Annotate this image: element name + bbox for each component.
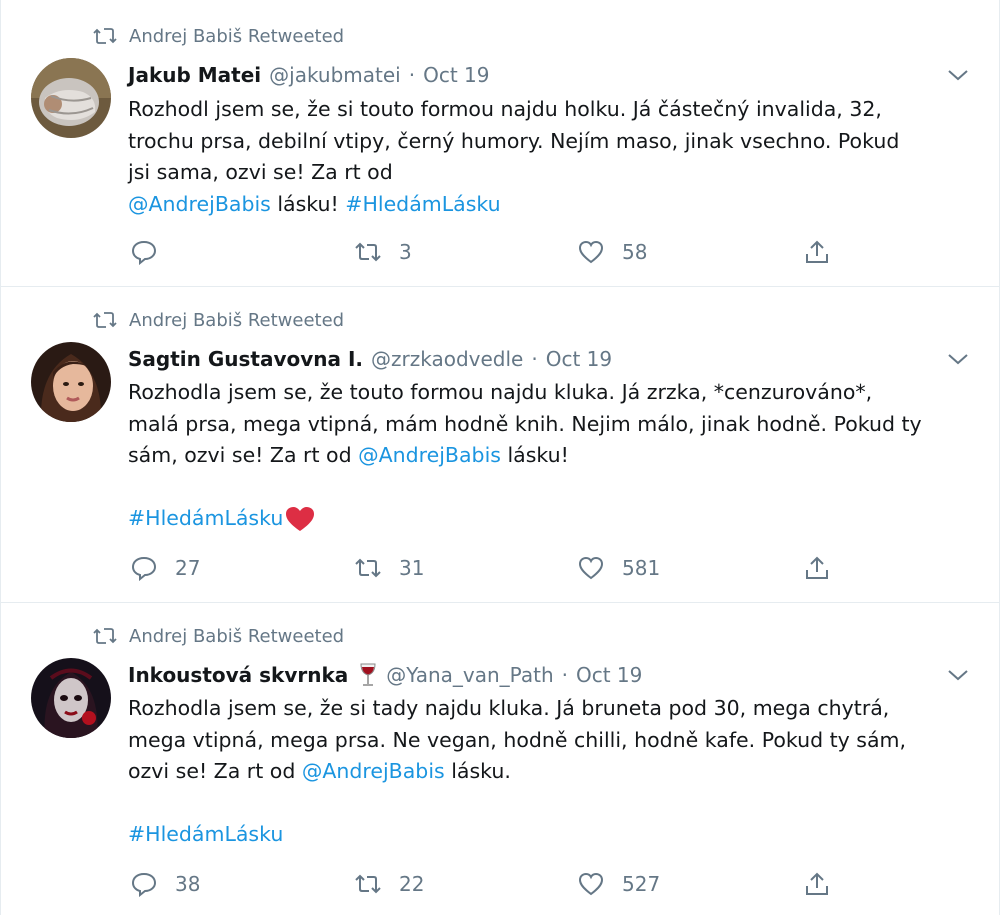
avatar[interactable] bbox=[31, 658, 111, 738]
reply-count: 38 bbox=[175, 872, 201, 896]
tweet-text-line: mega vtipná, mega prsa. Ne vegan, hodně … bbox=[128, 727, 907, 752]
tweet-text-line: jsi sama, ozvi se! Za rt od bbox=[128, 160, 393, 184]
separator-dot: · bbox=[531, 347, 538, 371]
tweet[interactable]: Andrej Babiš Retweeted Jakub Matei @jaku… bbox=[1, 0, 999, 287]
wine-glass-icon bbox=[358, 662, 378, 688]
tweet[interactable]: Andrej Babiš Retweeted Inkoustová skvrnk… bbox=[1, 603, 999, 915]
red-heart-emoji-icon bbox=[286, 506, 315, 531]
retweeted-by-label: Andrej Babiš Retweeted bbox=[129, 309, 345, 331]
tweet-text-line: Rozhodl jsem se, že si touto formou najd… bbox=[128, 97, 882, 121]
chevron-down-icon[interactable] bbox=[947, 352, 969, 366]
retweet-count: 3 bbox=[399, 240, 412, 264]
like-count: 527 bbox=[622, 872, 661, 896]
tweet-actions: 3 58 bbox=[128, 237, 848, 267]
share-button[interactable] bbox=[804, 553, 830, 583]
reply-icon bbox=[131, 240, 157, 265]
avatar[interactable] bbox=[31, 342, 111, 422]
tweet[interactable]: Andrej Babiš Retweeted Sagtin Gustavovna… bbox=[1, 287, 999, 603]
tweet-text-fragment: sám, ozvi se! Za rt od bbox=[128, 443, 359, 467]
share-button[interactable] bbox=[804, 869, 830, 899]
heart-icon bbox=[578, 556, 604, 580]
chevron-down-icon[interactable] bbox=[947, 68, 969, 82]
hashtag-link[interactable]: #HledámLásku bbox=[345, 192, 500, 216]
share-icon bbox=[806, 556, 828, 579]
tweet-text-line: malá prsa, mega vtipná, mám hodně knih. … bbox=[128, 411, 922, 436]
tweet-text-fragment: lásku. bbox=[444, 759, 511, 783]
display-name[interactable]: Inkoustová skvrnka bbox=[128, 663, 348, 687]
hashtag-link[interactable]: #HledámLásku bbox=[128, 822, 283, 846]
heart-icon bbox=[578, 872, 604, 896]
reply-button[interactable]: 38 bbox=[131, 869, 200, 899]
display-name[interactable]: Sagtin Gustavovna I. bbox=[128, 347, 363, 371]
retweet-icon bbox=[355, 558, 381, 578]
tweet-text-line: trochu prsa, debilní vtipy, černý humory… bbox=[128, 128, 900, 153]
user-handle[interactable]: @Yana_van_Path bbox=[386, 663, 553, 687]
tweet-header: Jakub Matei @jakubmatei · Oct 19 bbox=[128, 60, 489, 90]
tweet-header: Sagtin Gustavovna I. @zrzkaodvedle · Oct… bbox=[128, 344, 612, 374]
retweeted-by-label: Andrej Babiš Retweeted bbox=[129, 25, 345, 47]
like-button[interactable]: 581 bbox=[578, 553, 660, 583]
share-icon bbox=[806, 240, 828, 263]
like-count: 58 bbox=[622, 240, 648, 264]
reply-icon bbox=[131, 872, 157, 897]
separator-dot: · bbox=[561, 663, 568, 687]
retweet-button[interactable]: 31 bbox=[355, 553, 424, 583]
tweet-date[interactable]: Oct 19 bbox=[576, 663, 642, 687]
retweet-icon bbox=[93, 28, 117, 44]
tweet-text-fragment: lásku! bbox=[500, 443, 569, 467]
avatar[interactable] bbox=[31, 58, 111, 138]
mention-link[interactable]: @AndrejBabis bbox=[302, 759, 445, 783]
reply-icon bbox=[131, 556, 157, 581]
tweet-actions: 27 31 581 bbox=[128, 553, 848, 583]
tweet-date[interactable]: Oct 19 bbox=[423, 63, 489, 87]
retweet-context[interactable]: Andrej Babiš Retweeted bbox=[93, 308, 344, 332]
tweet-date[interactable]: Oct 19 bbox=[546, 347, 612, 371]
tweet-text: Rozhodla jsem se, že touto formou najdu … bbox=[128, 377, 978, 535]
user-handle[interactable]: @jakubmatei bbox=[269, 63, 401, 87]
retweet-button[interactable]: 22 bbox=[355, 869, 424, 899]
heart-icon bbox=[578, 240, 604, 264]
mention-link[interactable]: @AndrejBabis bbox=[358, 443, 501, 467]
like-count: 581 bbox=[622, 556, 661, 580]
chevron-down-icon[interactable] bbox=[947, 668, 969, 682]
retweet-icon bbox=[93, 628, 117, 644]
tweet-text-fragment: ozvi se! Za rt od bbox=[128, 759, 302, 783]
display-name[interactable]: Jakub Matei bbox=[128, 63, 261, 87]
retweet-icon bbox=[355, 874, 381, 894]
separator-dot: · bbox=[408, 63, 416, 87]
retweet-icon bbox=[355, 242, 381, 262]
hashtag-link[interactable]: #HledámLásku bbox=[128, 503, 283, 535]
reply-button[interactable] bbox=[131, 237, 175, 267]
mention-link[interactable]: @AndrejBabis bbox=[128, 192, 271, 216]
retweeted-by-label: Andrej Babiš Retweeted bbox=[129, 625, 345, 647]
retweet-context[interactable]: Andrej Babiš Retweeted bbox=[93, 624, 344, 648]
like-button[interactable]: 58 bbox=[578, 237, 647, 267]
tweet-text-line: Rozhodla jsem se, že si tady najdu kluka… bbox=[128, 696, 890, 720]
share-icon bbox=[806, 872, 828, 895]
tweet-text: Rozhodl jsem se, že si touto formou najd… bbox=[128, 94, 978, 220]
tweet-text-fragment: lásku! bbox=[270, 191, 346, 216]
retweet-icon bbox=[93, 312, 117, 328]
like-button[interactable]: 527 bbox=[578, 869, 660, 899]
tweet-text-line: Rozhodla jsem se, že touto formou najdu … bbox=[128, 380, 873, 404]
reply-count: 27 bbox=[175, 556, 201, 580]
retweet-count: 31 bbox=[399, 556, 425, 580]
tweet-actions: 38 22 527 bbox=[128, 869, 848, 899]
user-handle[interactable]: @zrzkaodvedle bbox=[371, 347, 523, 371]
retweet-button[interactable]: 3 bbox=[355, 237, 412, 267]
timeline-feed: Andrej Babiš Retweeted Jakub Matei @jaku… bbox=[0, 0, 1000, 915]
retweet-context[interactable]: Andrej Babiš Retweeted bbox=[93, 24, 344, 48]
reply-button[interactable]: 27 bbox=[131, 553, 200, 583]
tweet-text: Rozhodla jsem se, že si tady najdu kluka… bbox=[128, 693, 978, 851]
retweet-count: 22 bbox=[399, 872, 425, 896]
tweet-header: Inkoustová skvrnka @Yana_van_Path · Oct … bbox=[128, 660, 642, 690]
share-button[interactable] bbox=[804, 237, 830, 267]
